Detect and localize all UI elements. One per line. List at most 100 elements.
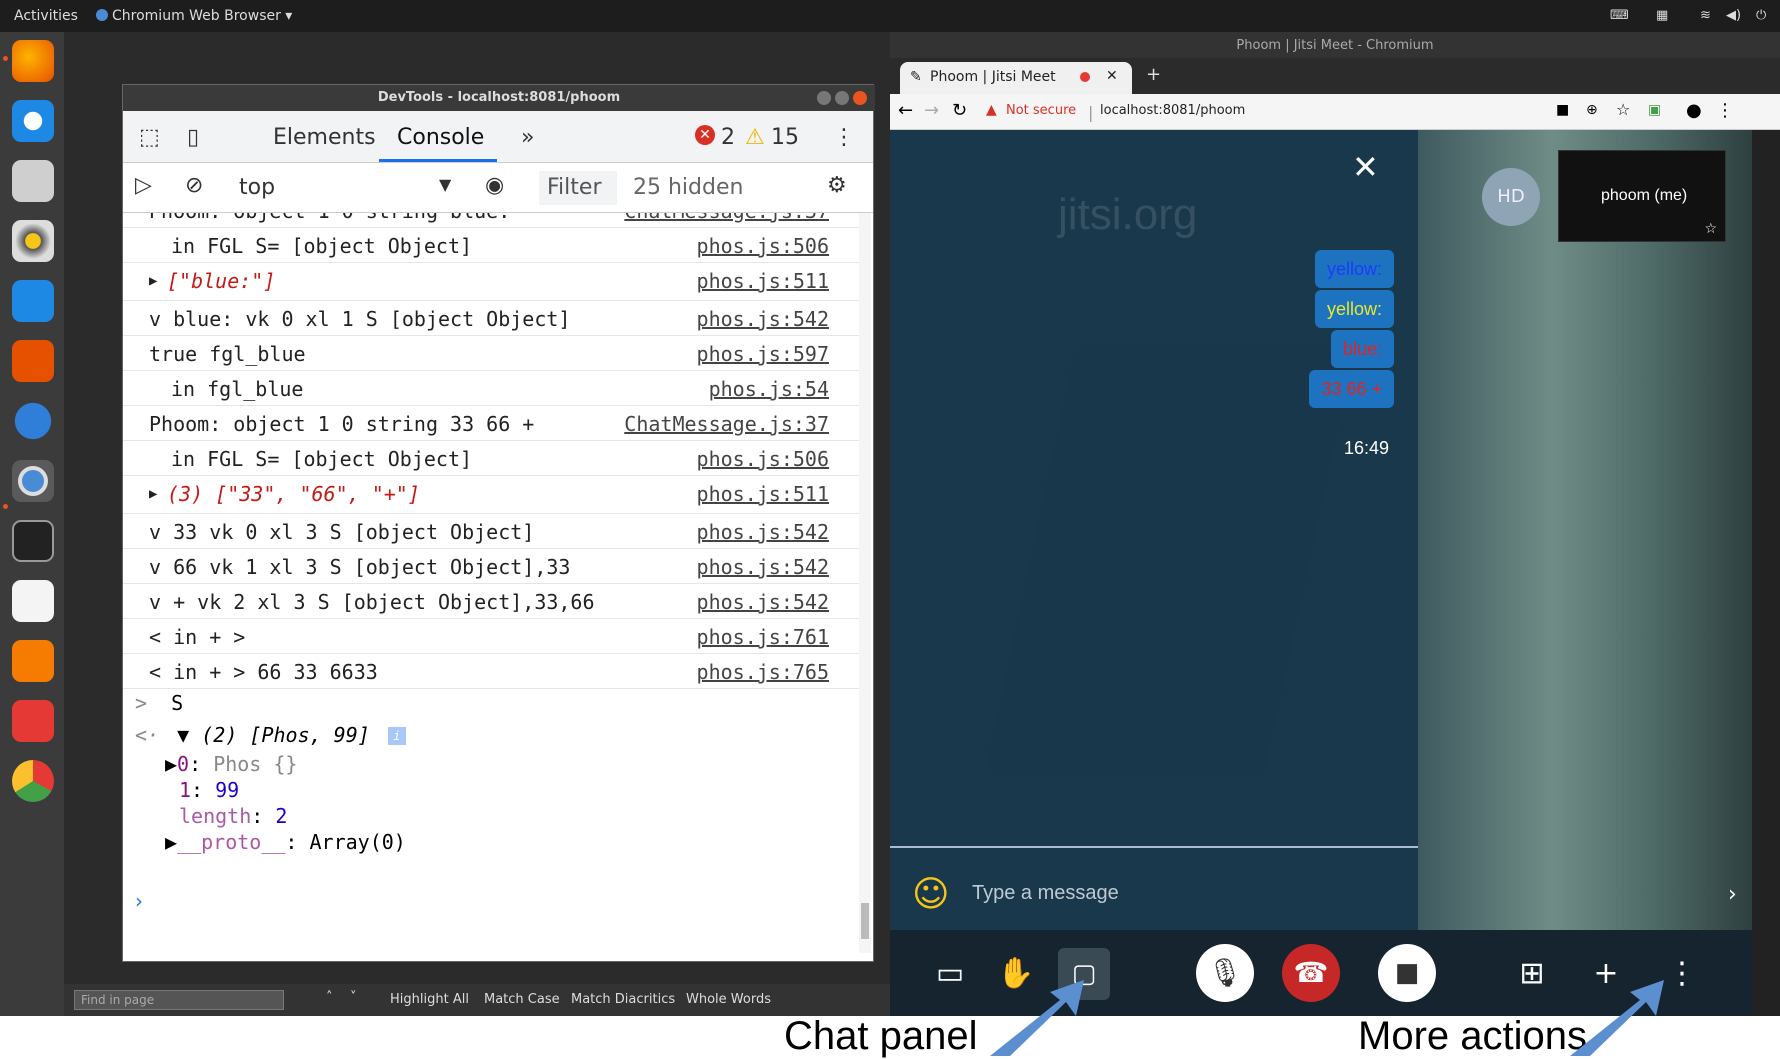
result-item-0[interactable]: ▶0: Phos {} [165, 751, 406, 777]
source-link[interactable]: phos.js:54 [709, 377, 829, 401]
source-link[interactable]: phos.js:542 [697, 555, 829, 579]
sidebar-toggle-icon[interactable]: ▷ [135, 173, 152, 198]
profile-icon[interactable]: ● [1686, 100, 1702, 121]
source-link[interactable]: phos.js:542 [697, 590, 829, 614]
back-icon[interactable]: ← [898, 100, 913, 121]
help-icon[interactable] [12, 400, 54, 442]
writer-icon[interactable] [12, 280, 54, 322]
keyboard-icon[interactable]: ⌨ [1610, 8, 1629, 23]
console-message[interactable]: (3) ["33", "66", "+"] [167, 482, 420, 506]
result-proto[interactable]: ▶__proto__: Array(0) [165, 829, 406, 855]
console-result[interactable]: <· ▼ (2) [Phos, 99] i [135, 723, 406, 747]
extension-icon[interactable]: ▣ [1648, 102, 1661, 118]
firefox-icon[interactable] [12, 40, 54, 82]
self-view-tile[interactable]: phoom (me) ☆ [1558, 150, 1726, 242]
source-link[interactable]: phos.js:597 [697, 342, 829, 366]
terminal-icon[interactable] [12, 520, 54, 562]
expand-triangle-icon[interactable]: ▼ [177, 723, 189, 747]
chromium-dock-icon[interactable] [12, 460, 54, 502]
source-link[interactable]: phos.js:542 [697, 520, 829, 544]
device-toolbar-icon[interactable]: ▯ [187, 125, 199, 150]
source-link[interactable]: phos.js:765 [697, 660, 829, 684]
zoom-icon[interactable]: ⊕ [1586, 102, 1598, 118]
text-editor-icon[interactable] [12, 580, 54, 622]
source-link[interactable]: phos.js:542 [697, 307, 829, 331]
source-link[interactable]: phos.js:761 [697, 625, 829, 649]
camera-indicator-icon[interactable]: ■ [1556, 102, 1569, 118]
console-message[interactable]: ["blue:"] [167, 269, 275, 293]
console-prompt[interactable]: › [135, 889, 143, 913]
bookmark-star-icon[interactable]: ☆ [1616, 100, 1630, 119]
find-prev-icon[interactable]: ˄ [326, 990, 333, 1005]
collapsed-triangle-icon[interactable]: ▶ [165, 830, 177, 854]
source-link[interactable]: phos.js:506 [697, 447, 829, 471]
scrollbar-thumb[interactable] [861, 903, 869, 939]
warning-triangle-icon[interactable]: ▲ [986, 102, 997, 118]
find-input[interactable]: Find in page [74, 990, 284, 1010]
context-dropdown-icon[interactable]: ▼ [439, 175, 451, 194]
forward-icon[interactable]: → [924, 100, 939, 121]
files-icon[interactable] [12, 160, 54, 202]
software-icon[interactable] [12, 340, 54, 382]
source-link[interactable]: phos.js:506 [697, 234, 829, 258]
console-settings-icon[interactable]: ⚙ [827, 173, 847, 198]
kebab-menu-icon[interactable]: ⋮ [833, 125, 855, 150]
close-icon[interactable] [853, 91, 867, 105]
thunderbird-icon[interactable] [12, 100, 54, 142]
reload-icon[interactable]: ↻ [952, 100, 967, 121]
rhythmbox-icon[interactable] [12, 220, 54, 262]
send-chevron-icon[interactable]: › [1728, 882, 1737, 907]
chrome-icon[interactable] [12, 760, 54, 802]
camera-button[interactable]: ■ [1378, 944, 1436, 1002]
info-icon[interactable]: i [387, 727, 406, 745]
clear-console-icon[interactable]: ⊘ [185, 173, 203, 198]
minimize-icon[interactable] [817, 91, 831, 105]
close-tab-icon[interactable]: ✕ [1106, 68, 1118, 84]
console-scrollbar[interactable] [859, 213, 871, 953]
error-icon[interactable]: ✕ [695, 125, 715, 145]
url-field[interactable]: localhost:8081/phoom [1100, 103, 1245, 118]
emoji-icon[interactable]: ☺ [912, 874, 950, 915]
volume-icon[interactable]: ◀) [1726, 8, 1741, 23]
avatar[interactable]: HD [1482, 168, 1540, 226]
screen-share-icon[interactable]: ▭ [924, 948, 976, 1000]
chat-input[interactable]: Type a message [972, 882, 1119, 905]
warning-icon[interactable]: ⚠ [745, 125, 765, 150]
source-link[interactable]: ChatMessage.js:37 [624, 412, 829, 436]
source-link[interactable]: ChatMessage.js:37 [624, 213, 829, 223]
filter-input[interactable]: Filter [539, 171, 617, 205]
anydesk-icon[interactable] [12, 700, 54, 742]
highlight-all-checkbox[interactable]: Highlight All [390, 992, 469, 1007]
activities-button[interactable]: Activities [14, 8, 78, 24]
source-link[interactable]: phos.js:511 [697, 269, 829, 293]
browser-menu-icon[interactable]: ⋮ [1716, 100, 1734, 121]
wifi-icon[interactable]: ≋ [1700, 8, 1711, 23]
maximize-icon[interactable] [835, 91, 849, 105]
hangup-button[interactable]: ☎ [1282, 944, 1340, 1002]
not-secure-label[interactable]: Not secure [1006, 103, 1076, 118]
tab-elements[interactable]: Elements [273, 125, 376, 150]
more-tabs-button[interactable]: » [521, 125, 534, 150]
tab-phoom[interactable]: ✎ Phoom | Jitsi Meet ✕ [900, 62, 1132, 94]
source-link[interactable]: phos.js:511 [697, 482, 829, 506]
tab-console[interactable]: Console [397, 125, 484, 150]
expand-triangle-icon[interactable]: ▶ [149, 486, 157, 502]
close-chat-icon[interactable]: ✕ [1352, 148, 1379, 186]
live-expression-icon[interactable]: ◉ [485, 173, 504, 198]
new-tab-button[interactable]: + [1146, 64, 1161, 85]
collapsed-triangle-icon[interactable]: ▶ [165, 752, 177, 776]
whole-words-checkbox[interactable]: Whole Words [686, 992, 771, 1007]
app-menu[interactable]: Chromium Web Browser ▾ [96, 8, 292, 24]
settings-icon[interactable] [12, 640, 54, 682]
expand-triangle-icon[interactable]: ▶ [149, 273, 157, 289]
grid-icon[interactable]: ▦ [1656, 8, 1668, 23]
match-case-checkbox[interactable]: Match Case [484, 992, 560, 1007]
pin-star-icon[interactable]: ☆ [1704, 221, 1717, 237]
find-next-icon[interactable]: ˅ [350, 990, 357, 1005]
tile-view-icon[interactable]: ⊞ [1506, 948, 1558, 1000]
match-diacritics-checkbox[interactable]: Match Diacritics [571, 992, 675, 1007]
inspect-icon[interactable]: ⬚ [139, 125, 160, 150]
context-select[interactable]: top [239, 175, 275, 200]
power-icon[interactable]: ⏻ [1756, 8, 1766, 23]
microphone-button[interactable]: 🎙 [1196, 944, 1254, 1002]
